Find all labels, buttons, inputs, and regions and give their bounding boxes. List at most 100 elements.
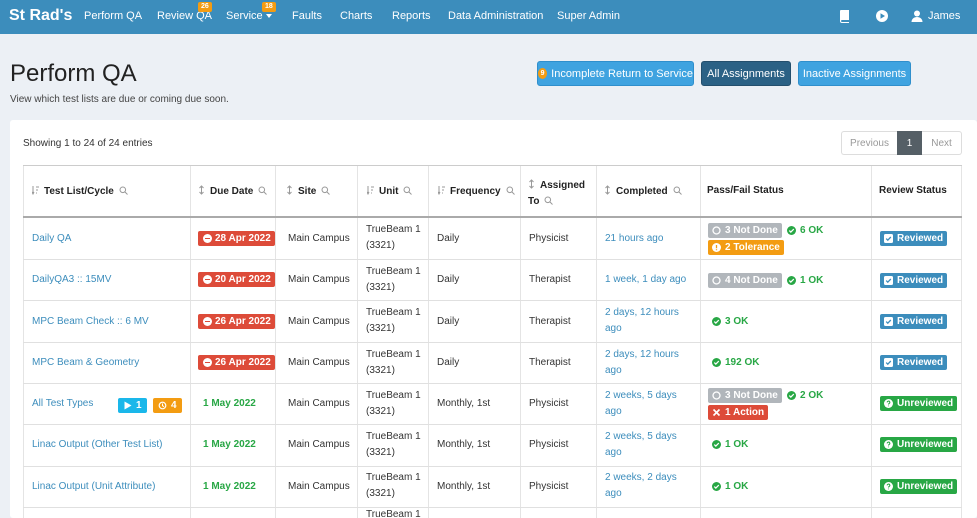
question-circle-icon [884,440,893,449]
column-header-frequency[interactable]: Frequency [438,185,515,197]
status-ok: 1 OK [787,273,823,288]
test-list-link[interactable]: DailyQA3 :: 15MV [32,272,111,288]
in-progress-badge[interactable]: 1 [118,398,147,413]
nav-perform-qa[interactable]: Perform QA [84,10,142,22]
user-menu[interactable]: James [928,10,960,22]
check-circle-icon [787,226,796,235]
frequency-cell: Monthly, 1st [437,398,491,409]
assigned-to-cell: Physicist [529,233,569,244]
search-icon[interactable] [403,186,413,195]
unit-number: (3321) [366,240,395,251]
completed-link[interactable]: 2 weeks, 2 days ago [605,470,677,502]
nav-review-qa[interactable]: Review QA 26 [157,2,212,22]
unit-cell: TrueBeam 1 (3321) [366,347,421,379]
entries-info: Showing 1 to 24 of 24 entries [23,138,153,149]
completed-link[interactable]: 21 hours ago [605,231,663,247]
completed-text: 2 weeks, 5 days [605,390,677,401]
completed-link[interactable]: 2 days, 12 hours ago [605,347,679,379]
column-header-site[interactable]: Site [286,185,331,197]
pagination-previous[interactable]: Previous [841,131,897,155]
completed-link[interactable]: 1 week, 1 day ago [605,272,686,288]
site-cell: Main Campus [288,439,350,450]
test-list-link[interactable]: Daily QA [32,231,71,247]
search-icon[interactable] [258,186,268,195]
nav-charts[interactable]: Charts [340,10,372,22]
circle-o-icon [712,276,721,285]
due-date-badge: 26 Apr 2022 [198,314,275,329]
ok-text: 192 OK [725,357,760,368]
button-label: Incomplete Return to Service [551,67,693,80]
search-icon[interactable] [544,196,554,205]
unit-name: TrueBeam 1 [366,472,421,483]
completed-link[interactable]: 2 days, 12 hours ago [605,305,679,337]
completed-text: 2 weeks, 2 days [605,472,677,483]
inactive-assignments-button[interactable]: Inactive Assignments [798,61,911,86]
search-icon[interactable] [321,186,331,195]
check-circle-icon [787,391,796,400]
ok-text: 2 OK [800,390,824,401]
search-icon[interactable] [673,186,682,195]
pagination-page-1[interactable]: 1 [897,131,922,155]
test-list-link[interactable]: MPC Beam Check :: 6 MV [32,314,149,330]
nav-service[interactable]: Service 18 [226,2,276,22]
column-header-due-date[interactable]: Due Date [198,185,268,197]
unit-cell: TrueBeam 1 (3321) [366,388,421,420]
badge-text: 3 Not Done [725,225,778,236]
sort-icon [32,186,39,195]
column-header-unit[interactable]: Unit [367,185,413,197]
test-list-link[interactable]: All Test Types [32,396,93,412]
service-count-badge: 18 [262,2,276,12]
review-status-badge: Unreviewed [880,479,958,494]
ok-text: 6 OK [800,225,824,236]
nav-reports[interactable]: Reports [392,10,431,22]
all-assignments-button[interactable]: All Assignments [701,61,791,86]
nav-label: Data Administration [448,10,544,22]
check-square-icon [884,234,893,243]
search-icon[interactable] [506,186,515,195]
incomplete-return-to-service-button[interactable]: 9 Incomplete Return to Service [537,61,694,86]
unit-cell: TrueBeam 1 (3321) [366,222,421,254]
review-status-badge: Reviewed [880,231,948,246]
column-header-pass-fail-status: Pass/Fail Status [707,185,784,196]
page-subtitle: View which test lists are due or coming … [10,94,229,105]
play-icon [124,401,132,410]
badge-text: 2 Tolerance [725,242,780,253]
column-header-test-list[interactable]: Test List/Cycle [32,185,128,197]
status-tolerance-badge: 2 Tolerance [708,240,784,255]
chevron-down-icon [265,14,272,19]
assigned-to-cell: Physicist [529,481,569,492]
sort-icon [199,185,204,195]
row-divider [23,507,962,508]
brand-logo[interactable]: St Rad's [9,7,72,25]
book-icon[interactable] [838,9,852,23]
nav-super-admin[interactable]: Super Admin [557,10,620,22]
due-date-text: 1 May 2022 [203,398,256,409]
unit-cell: TrueBeam 1 (3321) [366,429,421,461]
return-to-service-badge[interactable]: 4 [153,398,182,413]
row-divider [23,466,962,467]
nav-label: Super Admin [557,10,620,22]
badge-text: 1 [136,400,142,411]
column-label: Completed [616,186,668,197]
column-header-completed[interactable]: Completed [604,185,682,197]
badge-text: Reviewed [897,357,944,368]
search-icon[interactable] [119,186,128,195]
nav-data-administration[interactable]: Data Administration [448,10,543,22]
ok-text: 1 OK [800,275,824,286]
test-list-link[interactable]: Linac Output (Other Test List) [32,437,162,453]
pagination-next[interactable]: Next [922,131,962,155]
nav-faults[interactable]: Faults [292,10,322,22]
status-not-done-badge: 3 Not Done [708,388,782,403]
site-cell: Main Campus [288,316,350,327]
completed-link[interactable]: 2 weeks, 5 days ago [605,429,677,461]
column-header-assigned-to[interactable]: Assigned To [528,178,585,210]
exclamation-circle-icon [712,243,721,252]
completed-link[interactable]: 2 weeks, 5 days ago [605,388,677,420]
play-circle-icon[interactable] [875,9,889,23]
frequency-cell: Daily [437,357,460,368]
status-not-done-badge: 4 Not Done [708,273,782,288]
button-label: All Assignments [707,67,785,80]
test-list-link[interactable]: Linac Output (Unit Attribute) [32,479,155,495]
test-list-link[interactable]: MPC Beam & Geometry [32,355,139,371]
check-square-icon [884,317,893,326]
